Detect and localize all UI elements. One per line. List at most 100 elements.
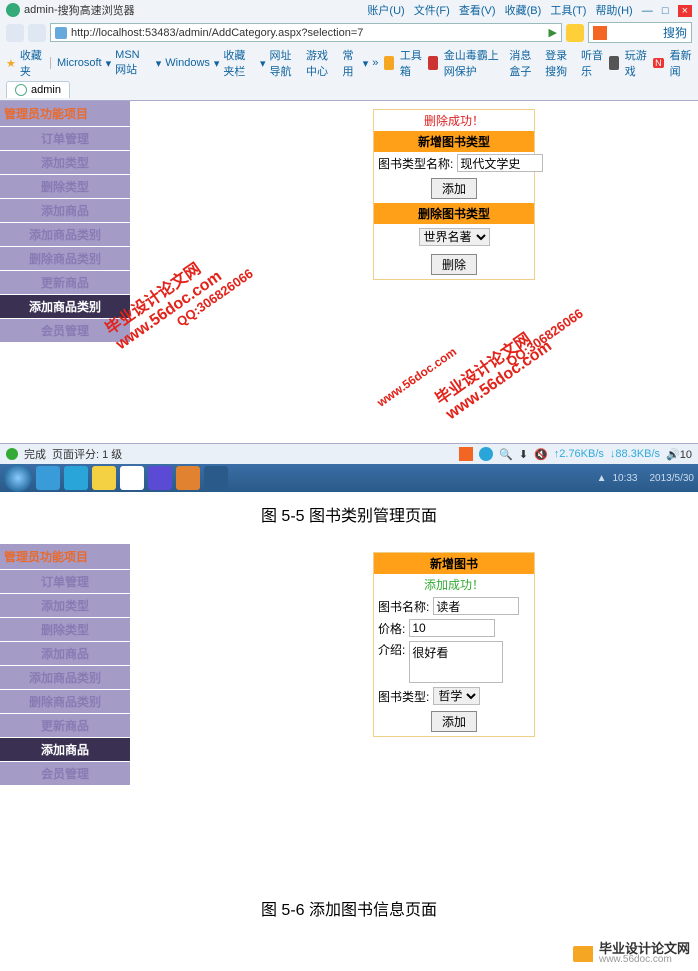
speedtest-icon[interactable] xyxy=(479,447,493,461)
url-text: http://localhost:53483/admin/AddCategory… xyxy=(71,27,363,39)
add-button[interactable]: 添加 xyxy=(431,178,477,199)
textarea-intro[interactable]: 很好看 xyxy=(409,641,503,683)
favorites-icon[interactable]: ★ xyxy=(6,57,16,70)
task-icon[interactable] xyxy=(92,466,116,490)
go-button[interactable]: ▶ xyxy=(549,26,557,39)
maximize-button[interactable]: □ xyxy=(662,5,669,17)
sidebar-item[interactable]: 添加类型 xyxy=(0,594,130,618)
bookmark-item[interactable]: 网址导航 xyxy=(269,47,302,79)
bookmark-item[interactable]: 收藏夹栏 xyxy=(223,47,256,79)
search-input[interactable] xyxy=(609,26,663,40)
avatar-icon[interactable] xyxy=(609,56,618,70)
panel-header-add-book: 新增图书 xyxy=(374,553,534,574)
tray-date: 2013/5/30 xyxy=(650,473,695,484)
mute-icon[interactable]: 🔇 xyxy=(534,448,548,461)
input-book-name[interactable] xyxy=(433,597,519,615)
address-bar[interactable]: http://localhost:53483/admin/AddCategory… xyxy=(50,23,562,42)
back-button[interactable] xyxy=(6,24,24,42)
download-icon[interactable]: ⬇ xyxy=(519,448,528,461)
add-success-msg: 添加成功！ xyxy=(374,574,534,595)
figure-caption-5-5: 图 5-5 图书类别管理页面 xyxy=(0,492,698,544)
sidebar-header: 管理员功能项目 xyxy=(0,101,130,127)
favorites-label[interactable]: 收藏夹 xyxy=(20,47,44,79)
sidebar-item-active[interactable]: 添加商品 xyxy=(0,738,130,762)
menu-tools[interactable]: 工具(T) xyxy=(550,5,586,17)
forward-button[interactable] xyxy=(28,24,46,42)
input-type-name[interactable] xyxy=(457,154,543,172)
status-bar: 完成 页面评分: 1 级 🔍 ⬇ 🔇 ↑2.76KB/s ↓88.3KB/s 🔊… xyxy=(0,443,698,464)
news-badge[interactable]: N xyxy=(653,58,664,68)
menu-view[interactable]: 查看(V) xyxy=(459,5,496,17)
close-button[interactable]: × xyxy=(678,5,692,17)
sidebar-item[interactable]: 更新商品 xyxy=(0,714,130,738)
select-book-type[interactable]: 哲学 xyxy=(433,687,480,705)
label-book-name: 图书名称: xyxy=(378,598,429,615)
status-page-rank[interactable]: 页面评分: 1 级 xyxy=(52,446,122,462)
menu-favorites[interactable]: 收藏(B) xyxy=(505,5,542,17)
sidebar-item[interactable]: 添加商品 xyxy=(0,199,130,223)
sidebar-item[interactable]: 删除类型 xyxy=(0,175,130,199)
antivirus-icon[interactable] xyxy=(428,56,437,70)
music-label[interactable]: 听音乐 xyxy=(581,47,603,79)
app-name: 搜狗高速浏览器 xyxy=(58,2,135,18)
task-icon[interactable] xyxy=(36,466,60,490)
tray-flag-icon[interactable]: ▲ xyxy=(597,473,607,484)
toolbox-label[interactable]: 工具箱 xyxy=(400,47,422,79)
sidebar-item[interactable]: 删除商品类别 xyxy=(0,690,130,714)
news-label[interactable]: 看新闻 xyxy=(670,47,692,79)
sogou-footer-icon[interactable] xyxy=(459,447,473,461)
search-box[interactable]: 搜狗 xyxy=(588,22,692,43)
toolbox-icon[interactable] xyxy=(384,56,393,70)
task-icon[interactable] xyxy=(204,466,228,490)
sidebar-item[interactable]: 添加商品类别 xyxy=(0,223,130,247)
zoom-icon[interactable]: 🔍 xyxy=(499,448,513,461)
tab-admin[interactable]: admin xyxy=(6,81,70,98)
sidebar-item[interactable]: 添加商品类别 xyxy=(0,666,130,690)
add-book-button[interactable]: 添加 xyxy=(431,711,477,732)
game-label[interactable]: 玩游戏 xyxy=(625,47,647,79)
task-icon[interactable] xyxy=(64,466,88,490)
menu-help[interactable]: 帮助(H) xyxy=(595,5,632,17)
bookmark-item[interactable]: Windows xyxy=(165,57,210,69)
minimize-button[interactable]: — xyxy=(642,5,653,17)
sidebar-header: 管理员功能项目 xyxy=(0,544,130,570)
tray-time: 10:33 xyxy=(612,473,637,484)
task-icon[interactable] xyxy=(120,466,144,490)
url-scheme-icon xyxy=(55,27,67,39)
bookmark-item[interactable]: 常用 xyxy=(343,47,359,79)
input-price[interactable] xyxy=(409,619,495,637)
top-menu: 账户(U) 文件(F) 查看(V) 收藏(B) 工具(T) 帮助(H) — □ … xyxy=(361,2,692,18)
sidebar-item[interactable]: 添加商品 xyxy=(0,642,130,666)
antivirus-label[interactable]: 金山毒霸上网保护 xyxy=(444,47,504,79)
menu-account[interactable]: 账户(U) xyxy=(367,5,404,17)
sidebar-item[interactable]: 订单管理 xyxy=(0,570,130,594)
reload-icon[interactable] xyxy=(15,84,27,96)
bookmark-item[interactable]: MSN 网站 xyxy=(115,49,152,77)
sidebar-item[interactable]: 订单管理 xyxy=(0,127,130,151)
page-favicon xyxy=(6,3,20,17)
sound-level[interactable]: 🔊10 xyxy=(666,448,692,461)
admin-sidebar: 管理员功能项目 订单管理 添加类型 删除类型 添加商品 添加商品类别 删除商品类… xyxy=(0,544,130,786)
sidebar-item-active[interactable]: 添加商品类别 xyxy=(0,295,130,319)
bookmark-item[interactable]: 游戏中心 xyxy=(306,47,339,79)
msgbox-label[interactable]: 消息盒子 xyxy=(509,47,539,79)
category-panel: 删除成功！ 新增图书类型 图书类型名称: 添加 删除图书类型 世界名著 删除 xyxy=(373,109,535,280)
search-button[interactable]: 搜狗 xyxy=(663,24,687,41)
task-icon[interactable] xyxy=(148,466,172,490)
label-intro: 介绍: xyxy=(378,641,405,658)
task-icon[interactable] xyxy=(176,466,200,490)
sidebar-item[interactable]: 更新商品 xyxy=(0,271,130,295)
sidebar-item[interactable]: 添加类型 xyxy=(0,151,130,175)
select-type[interactable]: 世界名著 xyxy=(419,228,490,246)
book-icon xyxy=(573,946,593,962)
delete-button[interactable]: 删除 xyxy=(431,254,477,275)
bookmark-item[interactable]: Microsoft xyxy=(57,57,102,69)
sidebar-item[interactable]: 删除商品类别 xyxy=(0,247,130,271)
sogou-favorites-icon[interactable] xyxy=(566,24,584,42)
sidebar-item[interactable]: 会员管理 xyxy=(0,762,130,786)
menu-file[interactable]: 文件(F) xyxy=(414,5,450,17)
sidebar-item[interactable]: 删除类型 xyxy=(0,618,130,642)
sidebar-item[interactable]: 会员管理 xyxy=(0,319,130,343)
start-button[interactable] xyxy=(4,464,32,492)
login-label[interactable]: 登录搜狗 xyxy=(545,47,575,79)
